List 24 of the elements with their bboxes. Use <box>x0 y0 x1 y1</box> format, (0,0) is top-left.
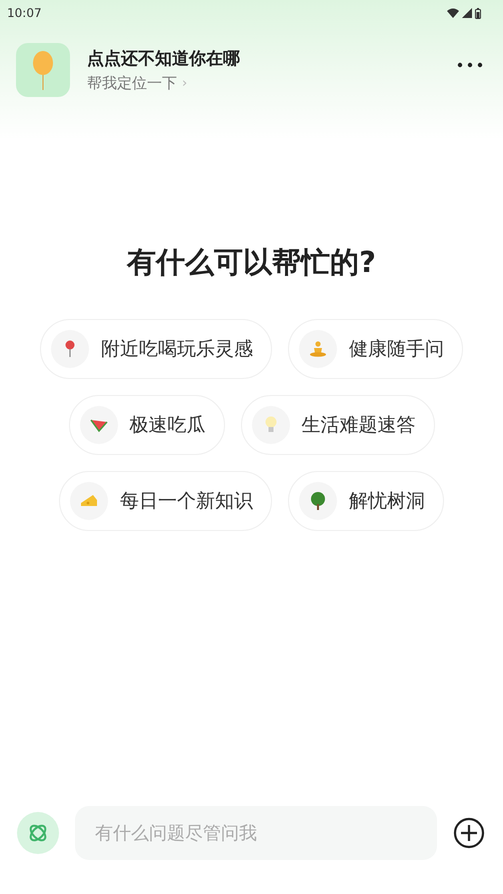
locate-link[interactable]: 帮我定位一下 <box>87 74 177 93</box>
suggestion-chip[interactable]: 附近吃喝玩乐灵感 <box>40 318 272 379</box>
more-icon[interactable] <box>457 62 483 68</box>
pin-icon <box>64 340 76 358</box>
cheese-icon <box>80 494 98 508</box>
signal-icon <box>462 8 472 18</box>
status-time: 10:07 <box>7 6 42 20</box>
meditating-figure-icon <box>309 340 327 357</box>
suggestion-chip[interactable]: 每日一个新知识 <box>59 470 272 531</box>
tree-icon <box>310 492 326 510</box>
suggestion-chip[interactable]: 生活难题速答 <box>240 394 434 455</box>
suggestion-chip[interactable]: 极速吃瓜 <box>68 394 224 455</box>
greeting-heading: 有什么可以帮忙的? <box>126 247 377 279</box>
add-icon[interactable] <box>453 817 485 849</box>
chevron-icon: › <box>182 76 188 91</box>
location-title: 点点还不知道你在哪 <box>87 48 241 70</box>
suggestion-chip[interactable]: 健康随手问 <box>288 318 463 379</box>
light-bulb-icon <box>264 416 276 434</box>
question-input[interactable]: 有什么问题尽管问我 <box>75 806 437 860</box>
wifi-icon <box>447 8 459 18</box>
assistant-icon[interactable] <box>17 812 59 854</box>
suggestion-chip[interactable]: 解忧树洞 <box>288 470 444 531</box>
battery-icon <box>475 8 481 18</box>
watermelon-icon <box>90 418 108 432</box>
